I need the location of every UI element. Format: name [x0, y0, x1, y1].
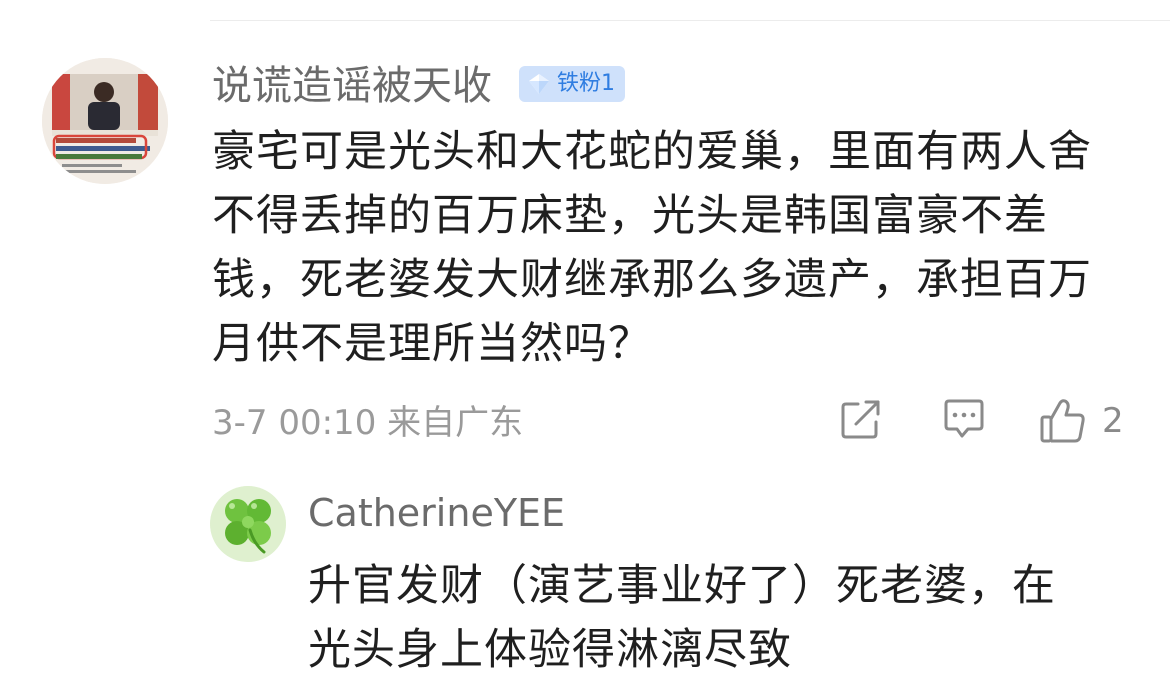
- clover-icon: [210, 486, 286, 562]
- comment-author[interactable]: 说谎造谣被天收: [212, 62, 492, 110]
- comment-line: 不得丢掉的百万床垫，光头是韩国富豪不差: [212, 191, 1048, 241]
- comment-line: 月供不是理所当然吗？: [212, 319, 652, 369]
- like-count: 2: [1102, 401, 1124, 441]
- reply-line: 升官发财（演艺事业好了）死老婆，在: [308, 561, 1056, 611]
- fan-badge[interactable]: 铁粉1: [519, 66, 625, 102]
- comment-meta: 3-7 00:10 来自广东: [212, 403, 524, 443]
- share-button[interactable]: [838, 396, 884, 442]
- divider: [210, 20, 1170, 21]
- like-button[interactable]: 2: [1038, 396, 1124, 446]
- avatar[interactable]: [42, 58, 168, 184]
- reply-author[interactable]: CatherineYEE: [308, 488, 565, 538]
- comment-text: 豪宅可是光头和大花蛇的爱巢，里面有两人舍 不得丢掉的百万床垫，光头是韩国富豪不差…: [212, 120, 1142, 376]
- reply-text: 升官发财（演艺事业好了）死老婆，在 光头身上体验得淋漓尽致: [308, 554, 1148, 682]
- comment-thread: 说谎造谣被天收 铁粉1 豪宅可是光头和大花蛇的爱巢，里面有两人舍 不得丢掉的百万…: [0, 0, 1170, 698]
- comment-icon: [944, 399, 984, 438]
- reply-button[interactable]: [940, 396, 988, 442]
- fan-badge-label: 铁粉1: [557, 71, 615, 96]
- comment-line: 钱，死老婆发大财继承那么多遗产，承担百万: [212, 255, 1092, 305]
- avatar-image: [42, 58, 168, 184]
- comment-line: 豪宅可是光头和大花蛇的爱巢，里面有两人舍: [212, 127, 1092, 177]
- thumbs-up-icon: [1040, 399, 1085, 443]
- reply-line: 光头身上体验得淋漓尽致: [308, 625, 792, 675]
- share-icon: [841, 400, 880, 439]
- diamond-icon: [529, 74, 549, 94]
- avatar[interactable]: [210, 486, 286, 562]
